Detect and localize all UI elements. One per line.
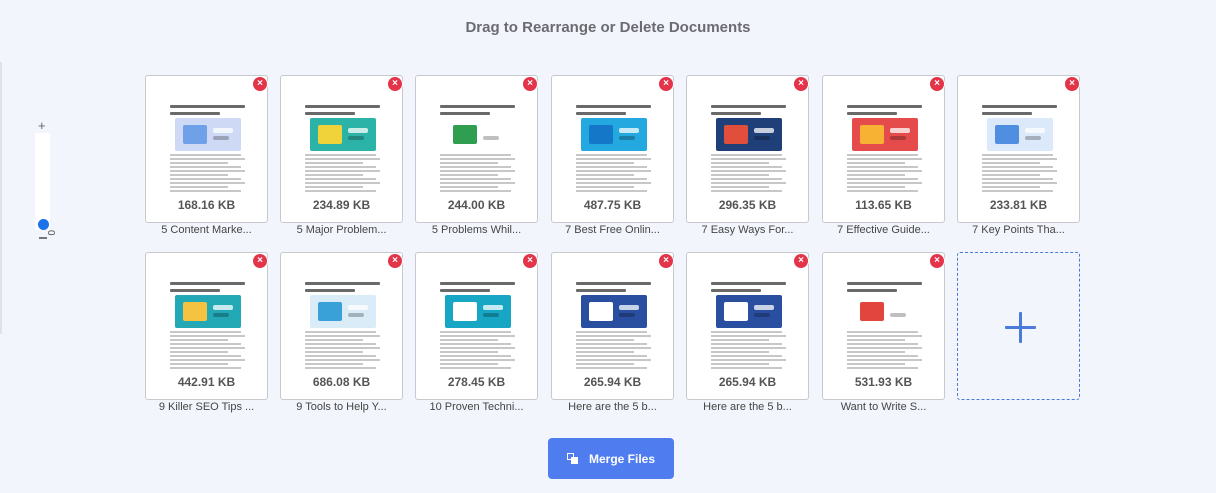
file-size: 686.08 KB xyxy=(312,375,371,389)
file-size: 113.65 KB xyxy=(855,198,912,212)
document-card[interactable]: 113.65 KB × xyxy=(822,75,945,223)
plus-icon-vertical xyxy=(1019,312,1022,343)
file-name: 5 Problems Whil... xyxy=(431,224,522,236)
zoom-value: 0 xyxy=(45,230,56,236)
delete-icon[interactable]: × xyxy=(1065,77,1079,91)
delete-icon[interactable]: × xyxy=(523,77,537,91)
file-size: 265.94 KB xyxy=(583,375,642,389)
file-size: 168.16 KB xyxy=(177,198,236,212)
document-thumbnail xyxy=(436,278,519,380)
zoom-track[interactable] xyxy=(35,133,50,230)
file-name: Here are the 5 b... xyxy=(568,401,657,413)
merge-icon xyxy=(566,452,579,465)
document-card[interactable]: 686.08 KB × xyxy=(280,252,403,400)
document-thumbnail xyxy=(843,278,926,380)
document-thumbnail xyxy=(572,278,655,380)
document-thumbnail xyxy=(166,278,249,380)
document-thumbnail xyxy=(572,101,655,203)
document-thumbnail xyxy=(843,101,926,203)
delete-icon[interactable]: × xyxy=(253,77,267,91)
merge-files-button[interactable]: Merge Files xyxy=(548,438,674,479)
delete-icon[interactable]: × xyxy=(930,254,944,268)
delete-icon[interactable]: × xyxy=(388,77,402,91)
file-name: 5 Content Marke... xyxy=(161,224,252,236)
file-name: 10 Proven Techni... xyxy=(429,401,524,413)
zoom-handle[interactable] xyxy=(38,219,49,230)
zoom-in-icon[interactable]: + xyxy=(38,118,46,133)
page-title: Drag to Rearrange or Delete Documents xyxy=(465,19,751,36)
file-size: 265.94 KB xyxy=(718,375,777,389)
document-card[interactable]: 278.45 KB × xyxy=(415,252,538,400)
file-name: 7 Best Free Onlin... xyxy=(565,224,660,236)
left-edge-divider xyxy=(0,62,2,334)
file-name: 7 Effective Guide... xyxy=(837,224,930,236)
document-thumbnail xyxy=(436,101,519,203)
file-name: 7 Key Points Tha... xyxy=(972,224,1065,236)
zoom-out-icon[interactable] xyxy=(39,237,47,239)
document-card[interactable]: 296.35 KB × xyxy=(686,75,809,223)
merge-files-label: Merge Files xyxy=(588,451,656,466)
delete-icon[interactable]: × xyxy=(794,254,808,268)
delete-icon[interactable]: × xyxy=(388,254,402,268)
document-card[interactable]: 265.94 KB × xyxy=(551,252,674,400)
file-name: Here are the 5 b... xyxy=(703,401,792,413)
delete-icon[interactable]: × xyxy=(659,254,673,268)
file-name: 5 Major Problem... xyxy=(296,224,387,236)
delete-icon[interactable]: × xyxy=(659,77,673,91)
delete-icon[interactable]: × xyxy=(930,77,944,91)
file-name: 7 Easy Ways For... xyxy=(701,224,794,236)
file-size: 278.45 KB xyxy=(447,375,506,389)
document-card[interactable]: 487.75 KB × xyxy=(551,75,674,223)
document-card[interactable]: 168.16 KB × xyxy=(145,75,268,223)
file-size: 244.00 KB xyxy=(447,198,506,212)
add-file-button[interactable] xyxy=(957,252,1080,400)
document-card[interactable]: 234.89 KB × xyxy=(280,75,403,223)
file-size: 233.81 KB xyxy=(989,198,1048,212)
document-card[interactable]: 265.94 KB × xyxy=(686,252,809,400)
file-name: 9 Tools to Help Y... xyxy=(296,401,387,413)
delete-icon[interactable]: × xyxy=(253,254,267,268)
file-size: 296.35 KB xyxy=(718,198,777,212)
document-card[interactable]: 442.91 KB × xyxy=(145,252,268,400)
file-size: 234.89 KB xyxy=(312,198,371,212)
file-name: Want to Write S... xyxy=(840,401,927,413)
document-thumbnail xyxy=(707,278,790,380)
document-thumbnail xyxy=(301,101,384,203)
file-name: 9 Killer SEO Tips ... xyxy=(158,401,255,413)
document-card[interactable]: 233.81 KB × xyxy=(957,75,1080,223)
delete-icon[interactable]: × xyxy=(523,254,537,268)
document-card[interactable]: 531.93 KB × xyxy=(822,252,945,400)
document-thumbnail xyxy=(707,101,790,203)
document-thumbnail xyxy=(166,101,249,203)
delete-icon[interactable]: × xyxy=(794,77,808,91)
file-size: 442.91 KB xyxy=(177,375,236,389)
file-size: 531.93 KB xyxy=(854,375,913,389)
document-card[interactable]: 244.00 KB × xyxy=(415,75,538,223)
file-size: 487.75 KB xyxy=(583,198,642,212)
document-thumbnail xyxy=(301,278,384,380)
document-thumbnail xyxy=(978,101,1061,203)
